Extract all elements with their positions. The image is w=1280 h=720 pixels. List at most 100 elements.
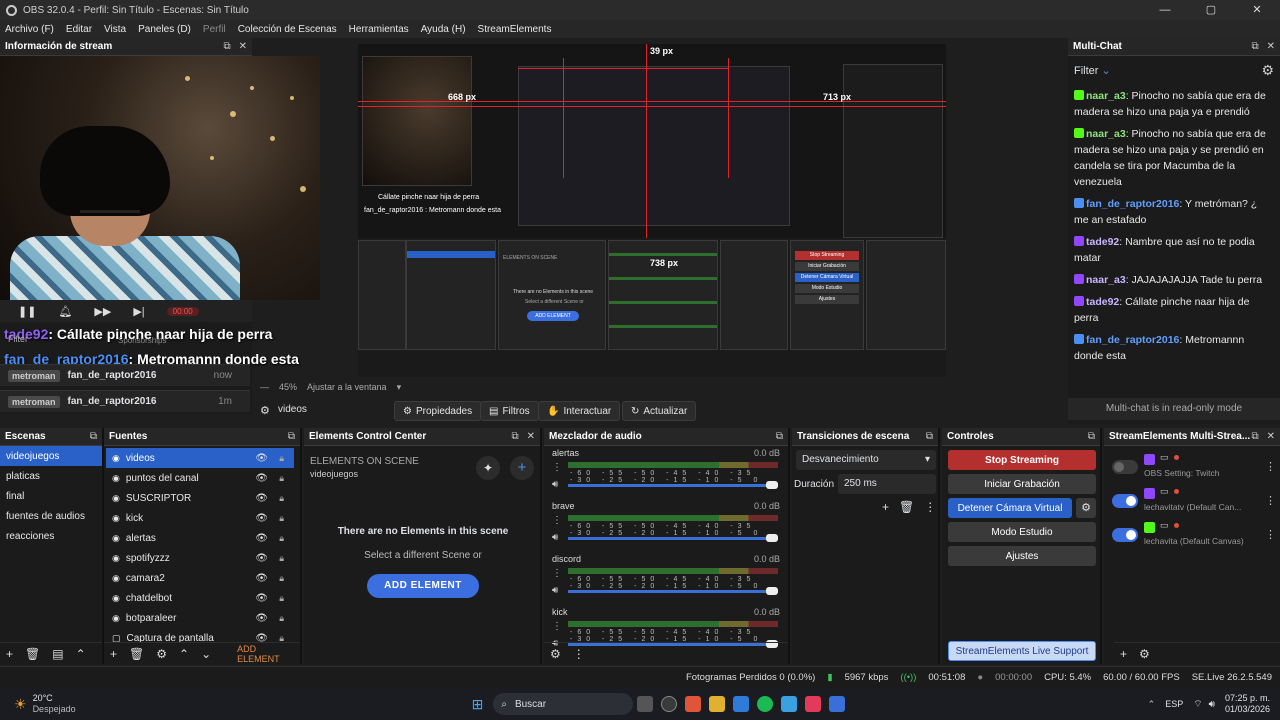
volume-slider-handle[interactable] bbox=[766, 587, 778, 595]
next-icon[interactable]: ▶| bbox=[133, 305, 144, 318]
visibility-eye-icon[interactable]: 👁︎ bbox=[255, 573, 268, 584]
add-icon[interactable]: + bbox=[510, 456, 534, 480]
close-dock-icon[interactable]: ✕ bbox=[1267, 41, 1275, 52]
lock-icon[interactable]: 🔒︎ bbox=[279, 533, 284, 544]
speaker-icon[interactable]: 🔊︎ bbox=[552, 479, 558, 490]
target-menu-icon[interactable]: ⋮ bbox=[1265, 460, 1276, 473]
task-view-icon[interactable] bbox=[637, 696, 654, 712]
transition-menu-icon[interactable]: ⋮ bbox=[924, 500, 936, 514]
float-icon[interactable]: ⧉ bbox=[223, 41, 230, 52]
filters-button[interactable]: ▤ Filtros bbox=[480, 401, 539, 421]
visibility-eye-icon[interactable]: 👁︎ bbox=[255, 473, 268, 484]
bell-icon[interactable]: 🔔︎ bbox=[58, 305, 72, 318]
menu-streamelements[interactable]: StreamElements bbox=[478, 24, 552, 35]
volume-icon[interactable]: 🔊︎ bbox=[1209, 699, 1215, 710]
track-menu-icon[interactable]: ⋮ bbox=[552, 462, 562, 473]
track-menu-icon[interactable]: ⋮ bbox=[552, 621, 562, 632]
float-icon[interactable]: ⧉ bbox=[511, 431, 518, 442]
visibility-eye-icon[interactable]: 👁︎ bbox=[255, 613, 268, 624]
target-gear-icon[interactable]: ⚙ bbox=[1139, 647, 1150, 661]
lock-icon[interactable]: 🔒︎ bbox=[279, 453, 284, 464]
clock[interactable]: 07:25 p. m. 01/03/2026 bbox=[1225, 693, 1270, 715]
speaker-icon[interactable]: 🔊︎ bbox=[552, 532, 558, 543]
pause-icon[interactable]: ❚❚ bbox=[18, 305, 36, 318]
lock-icon[interactable]: 🔒︎ bbox=[279, 593, 284, 604]
duration-spinbox[interactable]: 250 ms bbox=[838, 474, 936, 494]
obs-taskbar-icon[interactable] bbox=[661, 696, 678, 712]
source-gear-icon[interactable]: ⚙ bbox=[260, 404, 270, 417]
target-menu-icon[interactable]: ⋮ bbox=[1265, 528, 1276, 541]
settings-gear-icon[interactable]: ⚙ bbox=[1261, 62, 1274, 79]
speaker-icon[interactable]: 🔊︎ bbox=[552, 585, 558, 596]
add-transition-icon[interactable]: + bbox=[882, 500, 889, 514]
menu-perfil[interactable]: Perfil bbox=[203, 24, 226, 35]
network-icon[interactable]: ⌔ bbox=[1193, 698, 1202, 711]
app2-icon[interactable] bbox=[829, 696, 846, 712]
move-up-icon[interactable]: ⌃ bbox=[76, 647, 86, 661]
float-icon[interactable]: ⧉ bbox=[90, 431, 97, 442]
explorer-icon[interactable] bbox=[709, 696, 726, 712]
visibility-eye-icon[interactable]: 👁︎ bbox=[255, 533, 268, 544]
spotify-icon[interactable] bbox=[757, 696, 774, 712]
source-item[interactable]: ◉ puntos del canal 👁︎ 🔒︎ bbox=[106, 468, 294, 488]
menu-paneles[interactable]: Paneles (D) bbox=[138, 24, 191, 35]
maximize-button[interactable]: ▢ bbox=[1188, 0, 1234, 20]
language-indicator[interactable]: ESP bbox=[1165, 699, 1183, 709]
float-icon[interactable]: ⧉ bbox=[1251, 431, 1258, 442]
scene-item[interactable]: fuentes de audios bbox=[0, 506, 102, 526]
source-item[interactable]: ◉ SUSCRIPTOR 👁︎ 🔒︎ bbox=[106, 488, 294, 508]
activity-row[interactable]: metroman fan_de_raptor2016 1m bbox=[0, 390, 250, 412]
float-icon[interactable]: ⧉ bbox=[926, 431, 933, 442]
target-toggle[interactable] bbox=[1112, 528, 1138, 542]
lock-icon[interactable]: 🔒︎ bbox=[279, 513, 284, 524]
float-icon[interactable]: ⧉ bbox=[288, 431, 295, 442]
source-item[interactable]: ◉ botparaleer 👁︎ 🔒︎ bbox=[106, 608, 294, 628]
remove-scene-icon[interactable]: 🗑︎ bbox=[25, 647, 40, 661]
zoom-out-icon[interactable]: — bbox=[260, 382, 269, 392]
fit-dropdown-icon[interactable]: ▾ bbox=[397, 382, 402, 393]
float-icon[interactable]: ⧉ bbox=[1088, 431, 1095, 442]
add-element-link[interactable]: ADD ELEMENT bbox=[237, 644, 300, 664]
scene-item[interactable]: videojuegos bbox=[0, 446, 102, 466]
activity-row[interactable]: metroman fan_de_raptor2016 now bbox=[0, 364, 250, 386]
close-button[interactable]: ✕ bbox=[1234, 0, 1280, 20]
volume-slider[interactable] bbox=[568, 537, 778, 540]
tray-chevron-icon[interactable]: ⌃ bbox=[1148, 699, 1156, 710]
visibility-eye-icon[interactable]: 👁︎ bbox=[255, 493, 268, 504]
remove-source-icon[interactable]: 🗑︎ bbox=[129, 647, 144, 661]
scene-filter-icon[interactable]: ▤ bbox=[52, 647, 63, 661]
filter-dropdown[interactable]: Filter ⌄ bbox=[1074, 64, 1111, 77]
menu-archivo[interactable]: Archivo (F) bbox=[5, 24, 54, 35]
source-item[interactable]: ◉ chatdelbot 👁︎ 🔒︎ bbox=[106, 588, 294, 608]
taskbar-search[interactable]: ⌕ Buscar bbox=[493, 693, 634, 715]
close-dock-icon[interactable]: ✕ bbox=[1267, 431, 1275, 442]
studio-mode-button[interactable]: Modo Estudio bbox=[948, 522, 1096, 542]
minimize-button[interactable]: — bbox=[1142, 0, 1188, 20]
transition-select[interactable]: Desvanecimiento ▾ bbox=[796, 450, 936, 470]
weather-widget[interactable]: 20°C Despejado bbox=[33, 693, 76, 715]
remove-transition-icon[interactable]: 🗑︎ bbox=[899, 500, 914, 514]
move-up-icon[interactable]: ⌃ bbox=[179, 647, 189, 661]
source-item[interactable]: ◉ alertas 👁︎ 🔒︎ bbox=[106, 528, 294, 548]
add-scene-icon[interactable]: + bbox=[6, 647, 13, 661]
visibility-eye-icon[interactable]: 👁︎ bbox=[255, 453, 268, 464]
add-source-icon[interactable]: + bbox=[110, 647, 117, 661]
volume-slider[interactable] bbox=[568, 484, 778, 487]
lock-icon[interactable]: 🔒︎ bbox=[279, 573, 284, 584]
start-recording-button[interactable]: Iniciar Grabación bbox=[948, 474, 1096, 494]
app-icon[interactable] bbox=[781, 696, 798, 712]
mixer-menu-icon[interactable]: ⋮ bbox=[573, 647, 585, 661]
menu-editar[interactable]: Editar bbox=[66, 24, 92, 35]
visibility-eye-icon[interactable]: 👁︎ bbox=[255, 553, 268, 564]
windows-start-icon[interactable]: ⊞ bbox=[472, 696, 484, 713]
visibility-eye-icon[interactable]: 👁︎ bbox=[255, 513, 268, 524]
close-dock-icon[interactable]: ✕ bbox=[527, 431, 535, 442]
track-menu-icon[interactable]: ⋮ bbox=[552, 515, 562, 526]
magic-icon[interactable]: ✦ bbox=[476, 456, 500, 480]
mixer-gear-icon[interactable]: ⚙ bbox=[550, 647, 561, 661]
target-toggle[interactable] bbox=[1112, 494, 1138, 508]
close-dock-icon[interactable]: ✕ bbox=[239, 41, 247, 52]
source-item[interactable]: ◉ videos 👁︎ 🔒︎ bbox=[106, 448, 294, 468]
visibility-eye-icon[interactable]: 👁︎ bbox=[255, 593, 268, 604]
volume-slider-handle[interactable] bbox=[766, 481, 778, 489]
